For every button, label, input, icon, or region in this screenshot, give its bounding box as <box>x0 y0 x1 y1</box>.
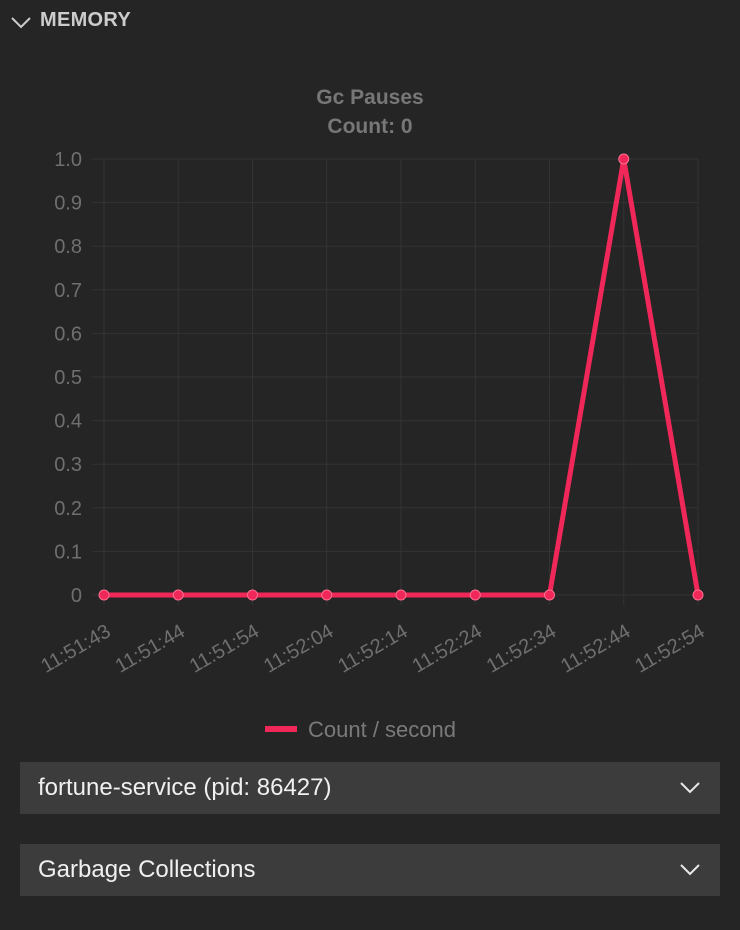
x-tick-label: 11:51:54 <box>186 620 263 677</box>
memory-section-header[interactable]: MEMORY <box>0 0 740 44</box>
legend-swatch <box>265 726 297 732</box>
x-tick-label: 11:52:24 <box>409 620 486 677</box>
chart-svg: Gc Pauses Count: 0 0 0.1 0.2 0.3 0.4 0.5 0.6 0.… <box>37 86 708 742</box>
section-title: MEMORY <box>40 9 132 31</box>
y-tick-label: 0.1 <box>54 541 82 563</box>
x-tick-label: 11:52:14 <box>334 620 411 677</box>
y-axis-ticks: 0 0.1 0.2 0.3 0.4 0.5 0.6 0.7 0.8 0.9 1.0 <box>54 149 82 607</box>
chevron-down-icon <box>680 782 700 794</box>
data-point <box>618 153 630 165</box>
data-point <box>172 589 184 601</box>
chart-grid <box>92 158 699 605</box>
x-tick-label: 11:51:44 <box>112 620 189 677</box>
y-tick-label: 0 <box>71 585 82 607</box>
data-point <box>692 589 704 601</box>
gc-pauses-chart: Gc Pauses Count: 0 0 0.1 0.2 0.3 0.4 0.5 0.6 0.… <box>0 60 740 760</box>
y-tick-label: 0.6 <box>54 323 82 345</box>
metric-select[interactable]: Garbage Collections <box>20 844 720 896</box>
y-tick-label: 0.8 <box>54 236 82 258</box>
x-tick-label: 11:52:04 <box>260 620 337 677</box>
data-point <box>98 589 110 601</box>
process-select-value: fortune-service (pid: 86427) <box>38 774 332 801</box>
x-tick-label: 11:52:44 <box>557 620 634 677</box>
process-select[interactable]: fortune-service (pid: 86427) <box>20 762 720 814</box>
y-tick-label: 0.7 <box>54 280 82 302</box>
y-tick-label: 0.3 <box>54 454 82 476</box>
data-point <box>247 589 258 601</box>
chart-title: Gc Pauses <box>316 86 423 109</box>
data-point <box>395 589 407 601</box>
memory-panel: MEMORY Gc Pauses Count: 0 0 0.1 0.2 0.3 0.4 0… <box>0 0 740 930</box>
data-point <box>321 589 333 601</box>
data-point <box>544 589 555 601</box>
metric-select-value: Garbage Collections <box>38 856 256 883</box>
x-axis-ticks: 11:51:4311:51:4411:51:5411:52:0411:52:14… <box>37 620 708 677</box>
legend-label: Count / second <box>308 717 456 742</box>
chevron-down-icon[interactable] <box>9 11 33 35</box>
x-tick-label: 11:51:43 <box>37 620 114 677</box>
y-tick-label: 1.0 <box>54 149 82 171</box>
data-point <box>469 589 481 601</box>
x-tick-label: 11:52:34 <box>483 620 560 677</box>
y-tick-label: 0.5 <box>54 367 82 389</box>
chevron-down-icon <box>680 864 700 876</box>
y-tick-label: 0.9 <box>54 193 82 215</box>
y-tick-label: 0.4 <box>54 411 82 433</box>
chart-subtitle: Count: 0 <box>327 115 412 138</box>
x-tick-label: 11:52:54 <box>631 620 708 677</box>
chart-legend[interactable]: Count / second <box>265 717 456 742</box>
y-tick-label: 0.2 <box>54 498 82 520</box>
